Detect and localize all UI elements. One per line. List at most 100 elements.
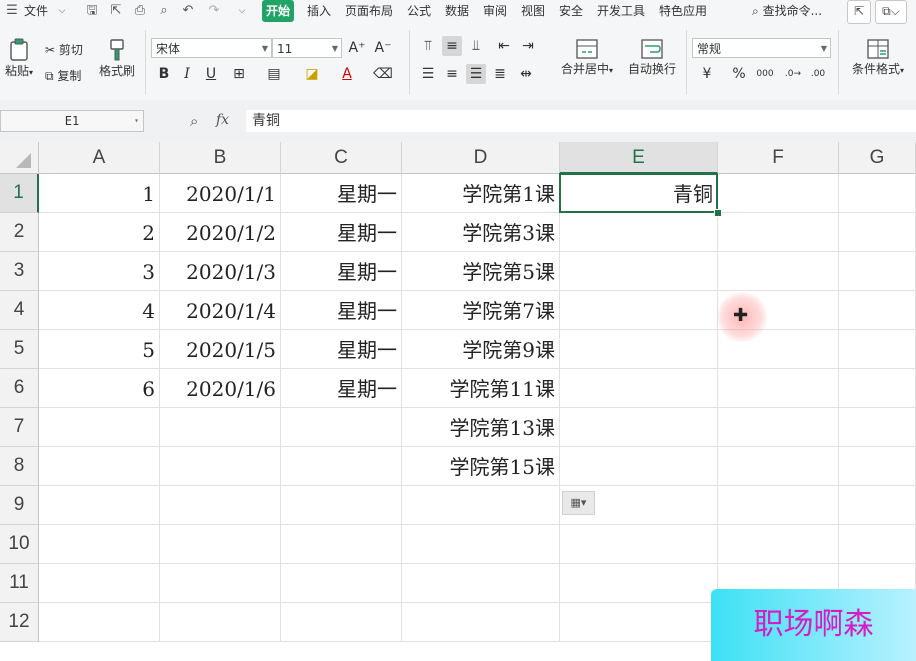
cell-a4[interactable]: 4 [39, 291, 160, 330]
cell-b10[interactable] [160, 525, 281, 564]
cell-b6[interactable]: 2020/1/6 [160, 369, 281, 408]
cell-a11[interactable] [39, 564, 160, 603]
cell-g3[interactable] [839, 252, 916, 291]
cell-d4[interactable]: 学院第7课 [402, 291, 560, 330]
file-menu[interactable]: 文件 [24, 0, 48, 22]
cell-a6[interactable]: 6 [39, 369, 160, 408]
cell-a9[interactable] [39, 486, 160, 525]
row-header-11[interactable]: 11 [0, 564, 39, 603]
copy-button[interactable]: ⧉ 复制 [45, 67, 81, 84]
cell-f8[interactable] [718, 447, 839, 486]
paste-button[interactable]: 粘贴▾ [2, 38, 36, 79]
name-box[interactable]: E1 ▾ [0, 110, 144, 132]
align-center-icon[interactable]: ≡ [442, 64, 462, 84]
decrease-font-icon[interactable]: A⁻ [373, 38, 393, 58]
cell-d9[interactable] [402, 486, 560, 525]
restore-window-icon[interactable]: ⧉⌵ [875, 0, 907, 24]
cell-d10[interactable] [402, 525, 560, 564]
command-search[interactable]: ⌕ 查找命令... [752, 0, 822, 22]
cell-e2[interactable] [560, 213, 718, 252]
tab-special-apps[interactable]: 特色应用 [659, 0, 707, 22]
row-header-1[interactable]: 1 [0, 174, 39, 213]
formula-input[interactable]: 青铜 [246, 110, 916, 132]
format-painter-button[interactable]: 格式刷 [97, 38, 137, 79]
cell-d12[interactable] [402, 603, 560, 642]
cell-d8[interactable]: 学院第15课 [402, 447, 560, 486]
cell-b9[interactable] [160, 486, 281, 525]
font-color-icon[interactable]: A [337, 64, 357, 84]
cell-g2[interactable] [839, 213, 916, 252]
indent-decrease-icon[interactable]: ⇤ [494, 36, 514, 56]
eraser-icon[interactable]: ⌫ [373, 64, 393, 84]
cell-e8[interactable] [560, 447, 718, 486]
increase-decimal-icon[interactable]: .0→ [783, 64, 803, 84]
cell-a7[interactable] [39, 408, 160, 447]
cell-d6[interactable]: 学院第11课 [402, 369, 560, 408]
tab-developer[interactable]: 开发工具 [597, 0, 645, 22]
cell-c12[interactable] [281, 603, 402, 642]
cell-a10[interactable] [39, 525, 160, 564]
row-header-10[interactable]: 10 [0, 525, 39, 564]
cell-a12[interactable] [39, 603, 160, 642]
row-header-8[interactable]: 8 [0, 447, 39, 486]
cell-d1[interactable]: 学院第1课 [402, 174, 560, 213]
cell-g10[interactable] [839, 525, 916, 564]
row-header-7[interactable]: 7 [0, 408, 39, 447]
wrap-text-button[interactable]: 自动换行 [625, 38, 679, 77]
borders-icon[interactable]: ⊞ [229, 64, 249, 84]
cell-d3[interactable]: 学院第5课 [402, 252, 560, 291]
cell-c6[interactable]: 星期一 [281, 369, 402, 408]
cell-b3[interactable]: 2020/1/3 [160, 252, 281, 291]
cell-e3[interactable] [560, 252, 718, 291]
cell-a2[interactable]: 2 [39, 213, 160, 252]
cell-c10[interactable] [281, 525, 402, 564]
chevron-down-icon[interactable]: ⌵ [54, 3, 70, 19]
cell-a8[interactable] [39, 447, 160, 486]
cell-g9[interactable] [839, 486, 916, 525]
tab-home[interactable]: 开始 [262, 0, 295, 22]
tab-page-layout[interactable]: 页面布局 [345, 0, 393, 22]
cell-d7[interactable]: 学院第13课 [402, 408, 560, 447]
cell-a1[interactable]: 1 [39, 174, 160, 213]
increase-font-icon[interactable]: A⁺ [347, 38, 367, 58]
tab-data[interactable]: 数据 [445, 0, 469, 22]
cell-g8[interactable] [839, 447, 916, 486]
redo-icon[interactable]: ↷ [206, 3, 222, 19]
row-header-2[interactable]: 2 [0, 213, 39, 252]
column-header-c[interactable]: C [281, 142, 402, 174]
export-icon[interactable]: ⇱ [108, 3, 124, 19]
italic-icon[interactable]: I [177, 64, 197, 84]
indent-increase-icon[interactable]: ⇥ [518, 36, 538, 56]
column-header-d[interactable]: D [402, 142, 560, 174]
cell-c5[interactable]: 星期一 [281, 330, 402, 369]
cell-c1[interactable]: 星期一 [281, 174, 402, 213]
cell-b12[interactable] [160, 603, 281, 642]
cell-g7[interactable] [839, 408, 916, 447]
cell-c9[interactable] [281, 486, 402, 525]
cell-b8[interactable] [160, 447, 281, 486]
autofill-options-button[interactable]: ▦▾ [562, 491, 595, 515]
align-top-icon[interactable]: ⫪ [418, 36, 438, 56]
align-bottom-icon[interactable]: ⫫ [466, 36, 486, 56]
cell-b11[interactable] [160, 564, 281, 603]
cell-f2[interactable] [718, 213, 839, 252]
cell-d2[interactable]: 学院第3课 [402, 213, 560, 252]
conditional-format-button[interactable]: 条件格式▾ [845, 38, 911, 77]
row-header-12[interactable]: 12 [0, 603, 39, 642]
cell-e11[interactable] [560, 564, 718, 603]
cell-f1[interactable] [718, 174, 839, 213]
cell-f3[interactable] [718, 252, 839, 291]
cell-c8[interactable] [281, 447, 402, 486]
cell-c11[interactable] [281, 564, 402, 603]
cell-c3[interactable]: 星期一 [281, 252, 402, 291]
cell-e12[interactable] [560, 603, 718, 642]
row-header-3[interactable]: 3 [0, 252, 39, 291]
cell-g5[interactable] [839, 330, 916, 369]
cell-b1[interactable]: 2020/1/1 [160, 174, 281, 213]
decrease-decimal-icon[interactable]: .00 [808, 64, 828, 84]
cell-c7[interactable] [281, 408, 402, 447]
print-preview-icon[interactable]: ⌕ [156, 3, 172, 19]
font-name-select[interactable]: 宋体 ▼ [151, 38, 272, 58]
select-all-corner[interactable] [0, 142, 39, 174]
cell-e5[interactable] [560, 330, 718, 369]
